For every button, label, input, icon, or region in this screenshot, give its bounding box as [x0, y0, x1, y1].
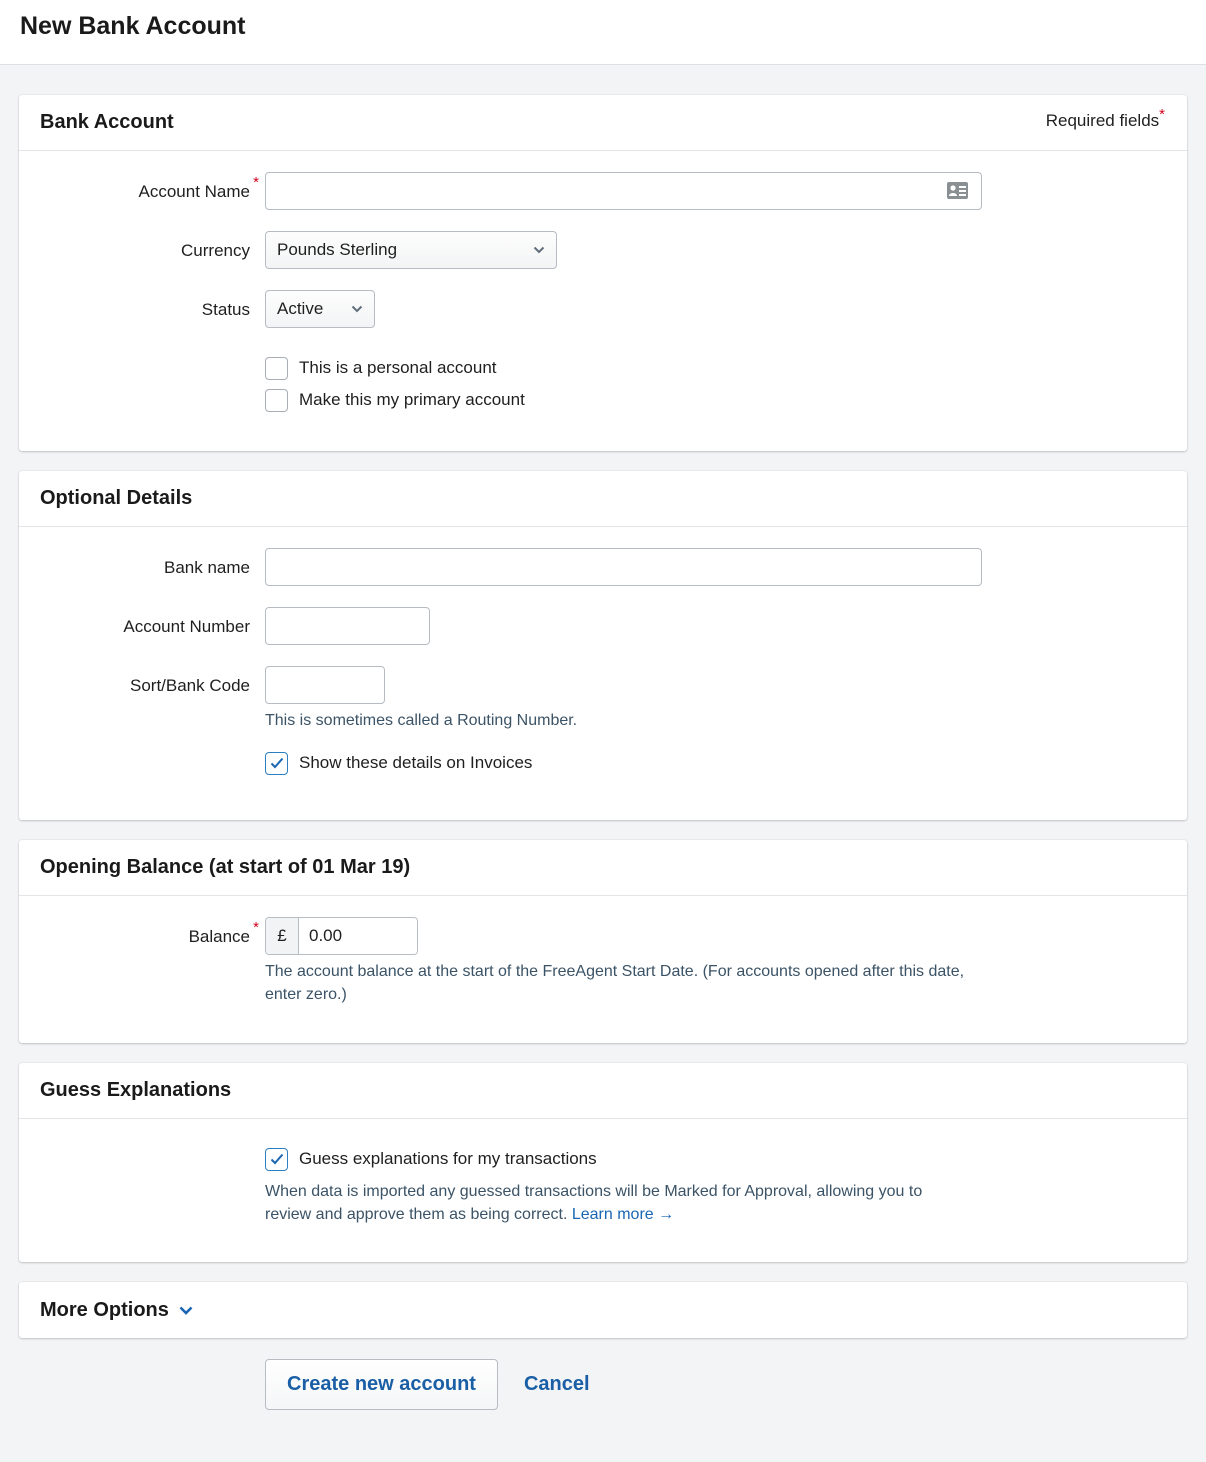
opening-balance-header: Opening Balance (at start of 01 Mar 19) — [19, 840, 1187, 896]
sort-code-input[interactable] — [265, 666, 385, 704]
account-name-label-text: Account Name — [138, 182, 251, 201]
guess-explanations-hint: When data is imported any guessed transa… — [265, 1180, 965, 1226]
guess-explanations-heading: Guess Explanations — [40, 1079, 232, 1101]
balance-field[interactable]: £ — [265, 917, 418, 955]
form-actions: Create new account Cancel — [19, 1359, 1187, 1410]
contact-card-icon[interactable] — [947, 182, 968, 199]
bank-account-heading: Bank Account — [40, 111, 174, 133]
optional-details-header: Optional Details — [19, 471, 1187, 527]
currency-symbol: £ — [266, 918, 299, 954]
status-label: Status — [201, 300, 250, 319]
required-marker: * — [253, 919, 259, 936]
learn-more-link[interactable]: Learn more → — [572, 1206, 674, 1223]
bank-account-panel: Bank Account Required fields* Account Na… — [19, 95, 1187, 451]
opening-balance-heading: Opening Balance (at start of 01 Mar 19) — [40, 856, 411, 878]
page-title: New Bank Account — [20, 11, 246, 40]
chevron-down-icon — [533, 246, 545, 254]
show-on-invoices-checkbox[interactable] — [265, 751, 288, 775]
required-marker: * — [253, 174, 259, 191]
more-options-toggle[interactable]: More Options — [19, 1282, 1187, 1338]
required-fields-text: Required fields — [1045, 110, 1160, 130]
balance-label: Balance * — [19, 917, 265, 947]
guess-explanations-checkbox[interactable] — [265, 1147, 288, 1171]
status-selected: Active — [277, 299, 324, 318]
account-number-input[interactable] — [265, 607, 430, 645]
bank-name-label: Bank name — [164, 558, 250, 577]
personal-account-option[interactable]: This is a personal account — [265, 356, 1187, 380]
optional-details-panel: Optional Details Bank name Account Numbe… — [19, 471, 1187, 820]
primary-account-checkbox[interactable] — [265, 388, 288, 412]
balance-label-text: Balance — [188, 927, 250, 946]
sort-code-hint: This is sometimes called a Routing Numbe… — [265, 712, 578, 729]
sort-code-label: Sort/Bank Code — [129, 676, 250, 695]
chevron-down-icon — [351, 305, 363, 313]
more-options-panel[interactable]: More Options — [19, 1282, 1187, 1338]
chevron-down-icon — [179, 1306, 193, 1315]
required-fields-note: Required fields* — [1045, 106, 1165, 131]
bank-name-input[interactable] — [265, 548, 982, 586]
checkmark-icon — [270, 757, 283, 769]
account-number-label: Account Number — [123, 617, 250, 636]
cancel-link[interactable]: Cancel — [524, 1373, 590, 1396]
show-on-invoices-label[interactable]: Show these details on Invoices — [299, 753, 532, 773]
currency-select[interactable]: Pounds Sterling — [265, 231, 557, 269]
personal-account-label[interactable]: This is a personal account — [299, 358, 497, 378]
currency-label: Currency — [181, 241, 250, 260]
guess-explanations-option[interactable]: Guess explanations for my transactions — [265, 1147, 1187, 1171]
more-options-heading[interactable]: More Options — [40, 1299, 169, 1322]
show-on-invoices-option[interactable]: Show these details on Invoices — [265, 751, 1187, 775]
guess-explanations-panel: Guess Explanations Guess explanations fo… — [19, 1063, 1187, 1262]
personal-account-checkbox[interactable] — [265, 356, 288, 380]
guess-explanations-header: Guess Explanations — [19, 1063, 1187, 1119]
primary-account-label[interactable]: Make this my primary account — [299, 390, 525, 410]
content: Bank Account Required fields* Account Na… — [0, 65, 1206, 1410]
guess-explanations-label[interactable]: Guess explanations for my transactions — [299, 1149, 597, 1169]
balance-input[interactable] — [299, 918, 417, 954]
create-account-button[interactable]: Create new account — [265, 1359, 498, 1410]
checkmark-icon — [270, 1153, 283, 1165]
bank-account-header: Bank Account Required fields* — [19, 95, 1187, 151]
opening-balance-panel: Opening Balance (at start of 01 Mar 19) … — [19, 840, 1187, 1043]
primary-account-option[interactable]: Make this my primary account — [265, 388, 1187, 412]
currency-selected: Pounds Sterling — [277, 240, 398, 259]
page-header: New Bank Account — [0, 0, 1206, 65]
status-select[interactable]: Active — [265, 290, 375, 328]
required-marker: * — [1159, 105, 1165, 123]
account-name-input[interactable] — [265, 172, 982, 210]
account-name-label: Account Name * — [19, 172, 265, 202]
balance-hint: The account balance at the start of the … — [265, 963, 965, 1003]
optional-details-heading: Optional Details — [40, 487, 193, 509]
